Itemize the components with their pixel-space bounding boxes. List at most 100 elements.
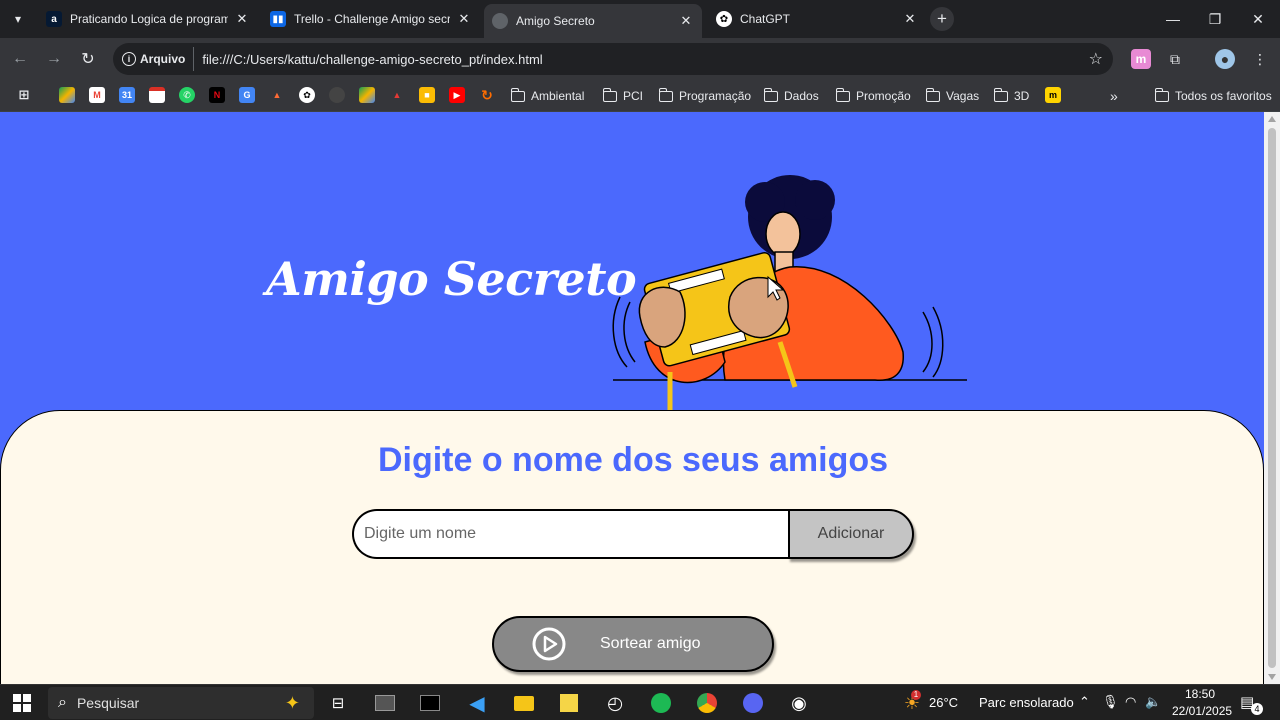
all-bookmarks-folder[interactable]: Todos os favoritos	[1154, 86, 1272, 106]
new-tab-plus-icon[interactable]: +	[930, 7, 954, 31]
miro-icon[interactable]: m	[1045, 87, 1061, 103]
alura-icon: a	[46, 11, 62, 27]
tab-title: Praticando Logica de programa	[70, 12, 228, 26]
file-explorer-icon[interactable]	[512, 691, 536, 715]
draw-friend-label: Sortear amigo	[600, 635, 701, 652]
weather-temp[interactable]: 26°C	[929, 695, 958, 710]
address-bar[interactable]: i Arquivo file:///C:/Users/kattu/challen…	[113, 43, 1113, 75]
whatsapp-icon[interactable]: ✆	[179, 87, 195, 103]
extensions-puzzle-icon[interactable]: ⧉	[1165, 49, 1185, 69]
add-friend-row: Adicionar	[352, 509, 914, 559]
friend-name-input[interactable]	[352, 509, 788, 559]
bookmark-folder-programacao[interactable]: Programação	[658, 86, 751, 106]
taskbar-search[interactable]: ⌕ Pesquisar ✦	[48, 687, 314, 719]
microphone-icon[interactable]: 🎙	[1102, 694, 1119, 710]
page-scrollbar[interactable]	[1264, 112, 1280, 684]
scrollbar-thumb[interactable]	[1268, 128, 1276, 668]
keep-icon[interactable]: ■	[419, 87, 435, 103]
extension-m-icon[interactable]: m	[1131, 49, 1151, 69]
bookmark-folder-dados[interactable]: Dados	[763, 86, 819, 106]
play-circle-icon	[532, 627, 566, 661]
close-tab-icon[interactable]: ✕	[234, 11, 250, 27]
netflix-icon[interactable]: N	[209, 87, 225, 103]
add-friend-button[interactable]: Adicionar	[788, 509, 914, 559]
sticky-notes-icon[interactable]	[557, 691, 581, 715]
spotify-icon[interactable]	[649, 691, 673, 715]
back-arrow-icon[interactable]: ←	[8, 47, 32, 71]
restore-icon[interactable]: ❐	[1197, 7, 1233, 31]
apps-grid-icon[interactable]: ⊞	[16, 87, 32, 103]
close-tab-icon[interactable]: ✕	[678, 13, 694, 29]
youtube-icon[interactable]: ▶	[449, 87, 465, 103]
discord-icon[interactable]	[741, 691, 765, 715]
tab-search-chevron-icon[interactable]: ▾	[6, 7, 30, 31]
loop-icon[interactable]: ↻	[479, 87, 495, 103]
search-icon: ⌕	[58, 694, 67, 711]
menu-kebab-icon[interactable]: ⋮	[1250, 49, 1270, 69]
google-drive-icon[interactable]	[59, 87, 75, 103]
tab-chatgpt[interactable]: ✿ ChatGPT ✕	[708, 5, 926, 33]
folder-label: Todos os favoritos	[1175, 89, 1272, 103]
scroll-down-arrow-icon[interactable]	[1268, 674, 1276, 680]
volume-icon[interactable]: 🔈	[1145, 694, 1161, 710]
copilot-sparkle-icon: ✦	[284, 692, 300, 713]
google-drive-2-icon[interactable]	[359, 87, 375, 103]
profile-avatar-icon[interactable]: ●	[1215, 49, 1235, 69]
calendar-icon[interactable]	[149, 87, 165, 103]
vscode-icon[interactable]: ◀	[465, 691, 489, 715]
gmail-icon[interactable]: M	[89, 87, 105, 103]
chatgpt-bookmark-icon[interactable]: ✿	[299, 87, 315, 103]
tab-title: Amigo Secreto	[516, 14, 595, 28]
page-viewport: Amigo Secreto Digite o nome dos seus ami…	[0, 112, 1264, 684]
minimize-icon[interactable]: —	[1155, 7, 1191, 31]
folder-icon	[993, 87, 1008, 102]
task-view-icon[interactable]: ⊟	[326, 691, 350, 715]
bookmarks-overflow-icon[interactable]: »	[1110, 86, 1118, 106]
github-icon[interactable]	[329, 87, 345, 103]
chrome-icon[interactable]	[695, 691, 719, 715]
reload-icon[interactable]: ↻	[76, 47, 100, 71]
tab-title: Trello - Challenge Amigo secret	[294, 12, 450, 26]
clock-app-icon[interactable]: ◴	[603, 691, 627, 715]
clock-date[interactable]: 22/01/2025	[1172, 704, 1232, 718]
translate-icon[interactable]: G	[239, 87, 255, 103]
obs-icon[interactable]: ◉	[787, 691, 811, 715]
tab-amigo-secreto[interactable]: Amigo Secreto ✕	[484, 4, 702, 38]
close-tab-icon[interactable]: ✕	[902, 11, 918, 27]
app-store-icon[interactable]	[373, 691, 397, 715]
bookmark-folder-3d[interactable]: 3D	[993, 86, 1029, 106]
folder-label: PCI	[623, 89, 644, 103]
triangle-app-icon[interactable]: ▲	[269, 87, 285, 103]
weather-desc[interactable]: Parc ensolarado	[979, 695, 1074, 710]
bookmark-folder-vagas[interactable]: Vagas	[925, 86, 979, 106]
tab-alura[interactable]: a Praticando Logica de programa ✕	[38, 5, 258, 33]
notification-count-badge: 4	[1251, 703, 1263, 715]
folder-icon	[1154, 87, 1169, 102]
red-a-icon[interactable]: ▲	[389, 87, 405, 103]
folder-icon	[510, 87, 525, 102]
terminal-icon[interactable]	[418, 691, 442, 715]
site-info-chip[interactable]: i Arquivo	[122, 47, 195, 71]
tray-chevron-up-icon[interactable]: ⌃	[1079, 694, 1090, 710]
bookmark-folder-pci[interactable]: PCI	[602, 86, 644, 106]
draw-friend-button[interactable]: Sortear amigo	[492, 616, 774, 672]
clock-time[interactable]: 18:50	[1185, 687, 1215, 701]
windows-start-icon[interactable]	[10, 691, 34, 715]
bookmark-folder-promocao[interactable]: Promoção	[835, 86, 911, 106]
bookmark-star-icon[interactable]: ☆	[1089, 49, 1103, 69]
tab-trello[interactable]: ▮▮ Trello - Challenge Amigo secret ✕	[262, 5, 480, 33]
google-calendar-icon[interactable]: 31	[119, 87, 135, 103]
folder-icon	[602, 87, 617, 102]
tab-strip: ▾ a Praticando Logica de programa ✕ ▮▮ T…	[0, 0, 1280, 38]
bookmark-folder-ambiental[interactable]: Ambiental	[510, 86, 584, 106]
scroll-up-arrow-icon[interactable]	[1268, 116, 1276, 122]
wifi-icon[interactable]: ◠	[1125, 694, 1136, 710]
folder-icon	[763, 87, 778, 102]
folder-icon	[835, 87, 850, 102]
forward-arrow-icon[interactable]: →	[42, 47, 66, 71]
bookmarks-bar: ⊞ M 31 ✆ N G ▲ ✿ ▲ ■ ▶ ↻ Ambiental PCI P…	[0, 80, 1280, 112]
close-tab-icon[interactable]: ✕	[456, 11, 472, 27]
url-text[interactable]: file:///C:/Users/kattu/challenge-amigo-s…	[202, 52, 542, 67]
folder-icon	[658, 87, 673, 102]
close-window-icon[interactable]: ✕	[1240, 7, 1276, 31]
